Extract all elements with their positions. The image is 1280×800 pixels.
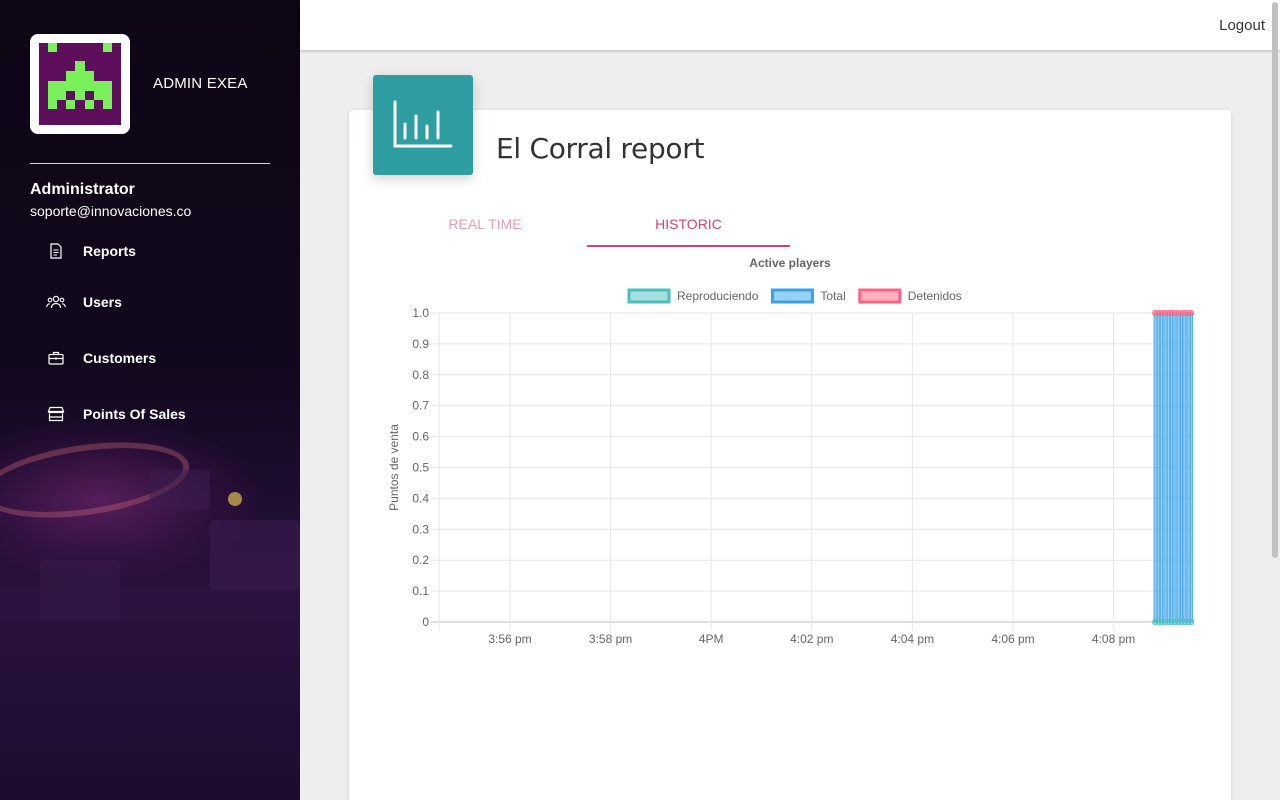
bar-total [1163,312,1167,623]
sidebar-divider [30,163,270,164]
document-icon [46,241,66,261]
bar-total [1166,312,1170,623]
page-scrollbar[interactable] [1270,0,1280,800]
briefcase-icon [46,348,66,368]
y-axis-label: Puntos de venta [387,424,401,511]
sidebar-item-users[interactable]: Users [46,290,122,314]
legend-swatch [627,288,671,304]
y-tick-label: 0.6 [412,430,429,444]
user-email: soporte@innovaciones.co [30,203,192,219]
point-reproduciendo [1188,619,1195,625]
point-detenidos [1188,310,1195,316]
users-icon [46,292,66,312]
logo[interactable] [30,34,130,134]
legend-label: Reproduciendo [677,289,759,303]
legend-swatch [858,288,902,304]
bar-total [1156,312,1160,623]
y-tick-label: 0.8 [412,368,429,382]
sidebar: ADMIN EXEA Administrator soporte@innovac… [0,0,300,800]
tab-label: HISTORIC [655,216,722,232]
space-invader-logo-icon [39,43,121,125]
y-tick-label: 0.5 [412,461,429,475]
bar-total [1153,312,1157,623]
background-dot [228,492,242,506]
y-tick-label: 0.3 [412,522,429,536]
sidebar-item-reports[interactable]: Reports [46,239,136,263]
background-shape [40,560,120,620]
tab-real-time[interactable]: REAL TIME [385,203,585,247]
bar-total [1189,312,1193,623]
y-tick-label: 0 [422,615,429,629]
top-bar: Logout [300,0,1280,50]
chart-title: Active players [749,256,831,270]
legend-label: Detenidos [908,289,962,303]
bar-total [1173,312,1177,623]
x-tick-label: 4PM [699,632,724,646]
legend-swatch [770,288,814,304]
sidebar-item-label: Customers [83,350,157,366]
sidebar-item-label: Reports [83,243,136,259]
y-tick-label: 0.2 [412,553,429,567]
tab-label: REAL TIME [448,216,522,232]
card-header-icon [373,75,473,175]
brand-name: ADMIN EXEA [153,75,248,92]
bar-total [1180,312,1184,623]
y-tick-label: 0.4 [412,491,429,505]
sidebar-item-label: Points Of Sales [83,406,186,422]
x-tick-label: 4:08 pm [1092,632,1135,646]
bar-total [1183,312,1187,623]
y-tick-label: 0.9 [412,337,429,351]
scrollbar-thumb[interactable] [1272,2,1278,558]
y-tick-label: 0.7 [412,399,429,413]
y-tick-label: 0.1 [412,584,429,598]
sidebar-item-points-of-sales[interactable]: Points Of Sales [46,402,186,426]
x-tick-label: 4:04 pm [891,632,934,646]
logout-link[interactable]: Logout [1219,17,1265,34]
store-icon [46,404,66,424]
sidebar-item-label: Users [83,294,122,310]
user-name: Administrator [30,181,135,198]
y-tick-label: 1.0 [412,306,429,320]
x-tick-label: 3:58 pm [589,632,632,646]
x-tick-label: 4:02 pm [790,632,833,646]
background-shape [150,470,210,510]
background-shape [210,520,300,590]
page-title: El Corral report [496,132,705,165]
active-players-chart: Active players Reproduciendo Total Detenido… [387,256,1195,646]
x-tick-label: 3:56 pm [488,632,531,646]
sidebar-item-customers[interactable]: Customers [46,346,156,370]
bar-total [1170,312,1174,623]
bar-total [1186,312,1190,623]
bar-chart-icon [393,100,453,148]
x-tick-label: 4:06 pm [991,632,1034,646]
bar-total [1176,312,1180,623]
legend-label: Total [820,289,845,303]
tab-historic[interactable]: HISTORIC [587,203,790,247]
bar-total [1160,312,1164,623]
